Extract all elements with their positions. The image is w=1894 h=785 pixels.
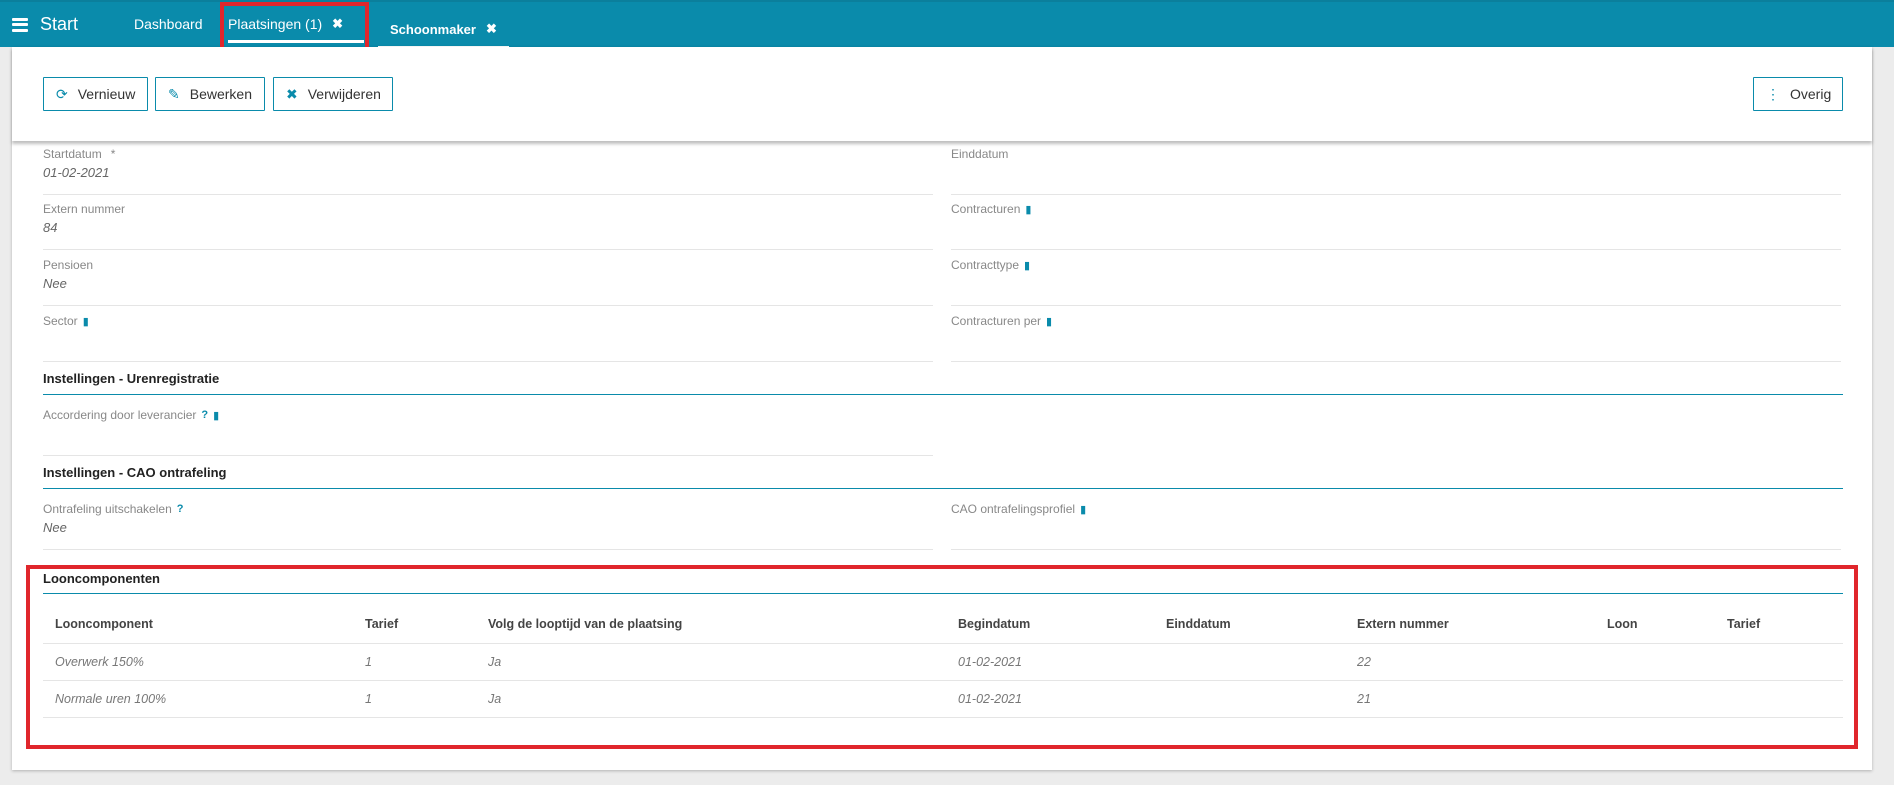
field-startdatum: Startdatum * 01-02-2021 <box>43 145 933 195</box>
field-value: 84 <box>43 220 58 235</box>
column-header[interactable]: Tarief <box>1715 605 1843 644</box>
section-title-cao: Instellingen - CAO ontrafeling <box>43 465 1843 489</box>
table-cell: Ja <box>476 680 946 718</box>
edit-button[interactable]: ✎ Bewerken <box>155 77 265 111</box>
field-contracturen: Contracturen ▮ <box>951 200 1841 250</box>
field-label: Contracturen per <box>951 314 1042 328</box>
column-header[interactable]: Extern nummer <box>1345 605 1595 644</box>
vertical-ellipsis-icon: ⋮ <box>1766 85 1780 102</box>
delete-button[interactable]: ✖ Verwijderen <box>273 77 393 111</box>
table-cell: 21 <box>1345 680 1595 718</box>
field-value: 01-02-2021 <box>43 165 110 180</box>
field-einddatum: Einddatum <box>951 145 1841 195</box>
tab-dashboard[interactable]: Dashboard <box>134 0 203 47</box>
column-header[interactable]: Tarief <box>353 605 476 644</box>
field-contracttype: Contracttype ▮ <box>951 256 1841 306</box>
book-icon[interactable]: ▮ <box>83 315 89 328</box>
field-label: Pensioen <box>43 258 94 272</box>
column-header[interactable]: Einddatum <box>1154 605 1345 644</box>
tab-label: Schoonmaker <box>390 21 476 37</box>
column-header[interactable]: Begindatum <box>946 605 1154 644</box>
table-cell: 01-02-2021 <box>946 680 1154 718</box>
brand-label: Start <box>40 14 79 34</box>
field-contracturen-per: Contracturen per ▮ <box>951 312 1841 362</box>
section-title-looncomponenten: Looncomponenten <box>43 571 1843 594</box>
field-accordering: Accordering door leverancier? ▮ <box>43 406 933 456</box>
close-icon[interactable]: ✖ <box>332 16 343 32</box>
help-icon[interactable]: ? <box>177 503 184 515</box>
book-icon[interactable]: ▮ <box>1024 259 1030 272</box>
section-title-urenregistratie: Instellingen - Urenregistratie <box>43 371 1843 395</box>
other-label: Overig <box>1790 86 1832 102</box>
edit-label: Bewerken <box>189 86 252 102</box>
refresh-label: Vernieuw <box>77 86 136 102</box>
tab-label: Dashboard <box>134 15 203 32</box>
field-label: Accordering door leverancier <box>43 408 197 422</box>
table-cell <box>1595 680 1715 718</box>
table-cell: Normale uren 100% <box>43 680 353 718</box>
column-header[interactable]: Volg de looptijd van de plaatsing <box>476 605 946 644</box>
field-value: Nee <box>43 520 67 535</box>
table-cell: Overwerk 150% <box>43 643 353 681</box>
field-label: Sector <box>43 314 78 328</box>
delete-label: Verwijderen <box>307 86 381 102</box>
start-menu[interactable]: Start <box>12 14 78 35</box>
pencil-icon: ✎ <box>168 85 180 102</box>
field-label: CAO ontrafelingsprofiel <box>951 502 1076 516</box>
field-ontrafeling: Ontrafeling uitschakelen? Nee <box>43 500 933 550</box>
field-pensioen: Pensioen Nee <box>43 256 933 306</box>
field-label: Contracturen <box>951 202 1021 216</box>
table-cell: Ja <box>476 643 946 681</box>
tab-label: Plaatsingen (1) <box>228 15 323 32</box>
top-navigation-bar: Start Dashboard Plaatsingen (1) ✖ Schoon… <box>0 0 1894 49</box>
table-cell: 01-02-2021 <box>946 643 1154 681</box>
looncomponenten-table: Looncomponent Tarief Volg de looptijd va… <box>43 605 1843 718</box>
field-value: Nee <box>43 276 67 291</box>
table-row[interactable]: Overwerk 150% 1 Ja 01-02-2021 22 <box>43 643 1843 681</box>
close-icon: ✖ <box>286 85 298 102</box>
hamburger-menu-icon[interactable] <box>12 17 28 32</box>
tab-plaatsingen[interactable]: Plaatsingen (1) ✖ <box>228 0 364 47</box>
close-icon[interactable]: ✖ <box>486 21 497 37</box>
table-cell <box>1154 643 1345 681</box>
table-cell: 22 <box>1345 643 1595 681</box>
book-icon[interactable]: ▮ <box>1025 203 1031 216</box>
table-cell <box>1715 680 1843 718</box>
field-label: Contracttype <box>951 258 1020 272</box>
book-icon[interactable]: ▮ <box>1046 315 1052 328</box>
table-header-row: Looncomponent Tarief Volg de looptijd va… <box>43 605 1843 644</box>
field-label: Einddatum <box>951 147 1009 161</box>
table-cell <box>1715 643 1843 681</box>
help-icon[interactable]: ? <box>201 409 208 421</box>
table-cell <box>1595 643 1715 681</box>
required-marker: * <box>110 147 116 161</box>
refresh-icon: ⟳ <box>56 85 68 102</box>
table-cell: 1 <box>353 643 476 681</box>
refresh-button[interactable]: ⟳ Vernieuw <box>43 77 148 111</box>
column-header[interactable]: Loon <box>1595 605 1715 644</box>
table-cell: 1 <box>353 680 476 718</box>
table-row[interactable]: Normale uren 100% 1 Ja 01-02-2021 21 <box>43 680 1843 718</box>
field-label: Startdatum <box>43 147 102 161</box>
active-tab-indicator <box>228 40 364 43</box>
field-extern-nummer: Extern nummer 84 <box>43 200 933 250</box>
column-header[interactable]: Looncomponent <box>43 605 353 644</box>
detail-panel: ⟳ Vernieuw ✎ Bewerken ✖ Verwijderen ⋮ Ov… <box>12 47 1872 770</box>
field-label: Ontrafeling uitschakelen <box>43 502 172 516</box>
tab-schoonmaker[interactable]: Schoonmaker ✖ <box>378 9 509 49</box>
book-icon[interactable]: ▮ <box>1080 503 1086 516</box>
book-icon[interactable]: ▮ <box>213 409 219 422</box>
other-button[interactable]: ⋮ Overig <box>1753 77 1843 111</box>
field-cao-profiel: CAO ontrafelingsprofiel ▮ <box>951 500 1841 550</box>
field-sector: Sector ▮ <box>43 312 933 362</box>
action-toolbar: ⟳ Vernieuw ✎ Bewerken ✖ Verwijderen ⋮ Ov… <box>12 47 1872 141</box>
table-cell <box>1154 680 1345 718</box>
field-label: Extern nummer <box>43 202 126 216</box>
